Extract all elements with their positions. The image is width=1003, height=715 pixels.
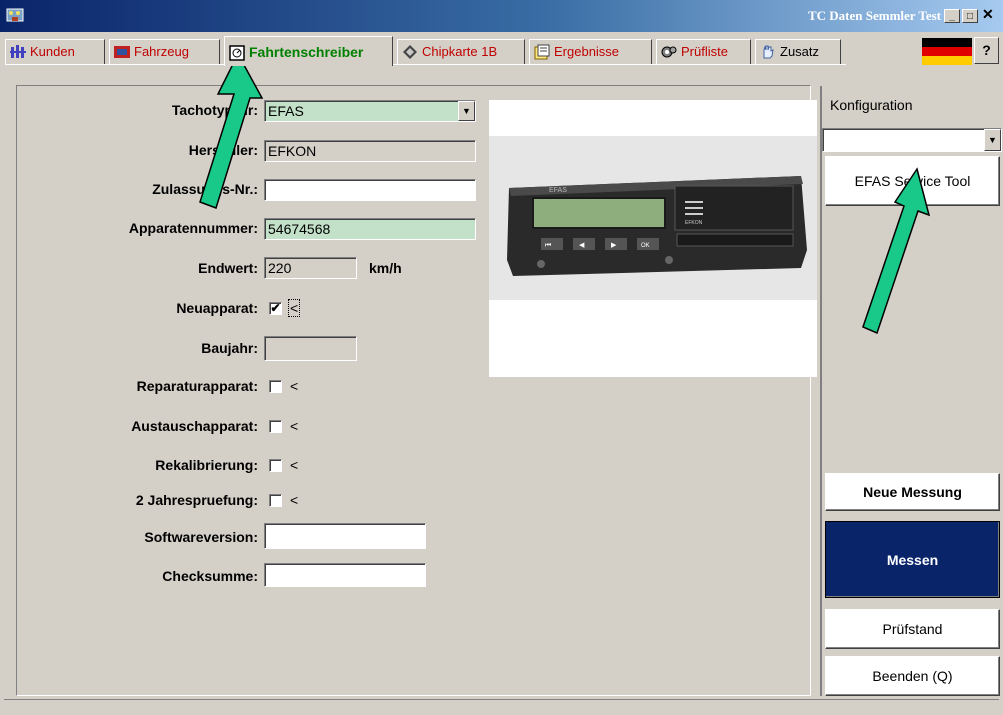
austausch-label: Austauschapparat: (131, 418, 258, 434)
maximize-button[interactable]: □ (962, 9, 978, 23)
tachograph-device-illustration: ⏮ ◀ ▶ OK EFAS EFKON (489, 136, 817, 300)
people-icon (10, 44, 26, 60)
austausch-lt: < (290, 418, 299, 434)
device-image: ⏮ ◀ ▶ OK EFAS EFKON (489, 100, 817, 377)
close-icon[interactable]: ✕ (982, 6, 994, 23)
tab-zusatz[interactable]: Zusatz (755, 39, 841, 64)
reparatur-lt: < (290, 378, 299, 394)
tab-fahrtenschreiber[interactable]: Fahrtenschreiber (224, 36, 393, 66)
neue-messung-label: Neue Messung (863, 484, 962, 500)
gears-icon (661, 44, 677, 60)
konfiguration-label: Konfiguration (830, 97, 913, 113)
chip-icon (402, 44, 418, 60)
annotation-arrow-button (862, 167, 931, 335)
tab-label: Zusatz (780, 44, 820, 59)
rekalibrierung-lt: < (290, 457, 299, 473)
checksumme-label: Checksumme: (162, 568, 258, 584)
device-key: ◀ (579, 242, 585, 249)
messen-label: Messen (886, 551, 939, 568)
results-icon (534, 44, 550, 60)
checksumme-input[interactable] (264, 563, 426, 587)
austausch-checkbox[interactable] (269, 420, 282, 433)
device-brand-left: EFAS (549, 187, 567, 194)
tachotyp-value: EFAS (268, 103, 304, 119)
zulassung-input[interactable] (264, 179, 476, 201)
pruefstand-button[interactable]: Prüfstand (825, 609, 1000, 649)
tab-strip-line (5, 64, 846, 65)
chevron-down-icon[interactable]: ▼ (984, 129, 1001, 151)
reparatur-checkbox[interactable] (269, 380, 282, 393)
help-button[interactable]: ? (974, 37, 999, 64)
tab-label: Ergebnisse (554, 44, 620, 59)
app-icon (6, 7, 24, 23)
chevron-down-icon[interactable]: ▼ (458, 101, 475, 121)
tab-pruefliste[interactable]: Prüfliste (656, 39, 751, 64)
rekalibrierung-checkbox[interactable] (269, 459, 282, 472)
window-title: TC Daten Semmler Test (807, 8, 941, 23)
reparatur-label: Reparaturapparat: (136, 378, 258, 394)
baujahr-field (264, 336, 357, 361)
jahrespruefung-lt: < (290, 492, 299, 508)
tab-label: Fahrtenschreiber (249, 43, 364, 60)
endwert-label: Endwert: (198, 260, 258, 276)
minimize-button[interactable]: _ (944, 9, 960, 23)
pruefstand-label: Prüfstand (882, 621, 943, 637)
jahrespruefung-label: 2 Jahrespruefung: (135, 492, 258, 508)
german-flag-icon[interactable] (922, 38, 972, 65)
device-brand-right: EFKON (685, 220, 703, 226)
beenden-button[interactable]: Beenden (Q) (825, 656, 1000, 696)
hersteller-field: EFKON (264, 140, 476, 162)
annotation-arrow-tab (199, 52, 264, 209)
neuapparat-checkbox[interactable]: ✔ (269, 302, 282, 315)
tab-label: Chipkarte 1B (422, 44, 498, 59)
rekalibrierung-label: Rekalibrierung: (155, 457, 258, 473)
device-key: OK (641, 243, 650, 249)
apparatennummer-input[interactable]: 54674568 (264, 218, 476, 240)
apparatennummer-label: Apparatennummer: (128, 220, 258, 236)
messen-button[interactable]: Messen (825, 521, 1000, 598)
tab-label: Kunden (30, 44, 75, 59)
title-bar: TC Daten Semmler Test _ □ ✕ (0, 0, 1003, 32)
softwareversion-input[interactable] (264, 523, 426, 549)
tab-ergebnisse[interactable]: Ergebnisse (529, 39, 652, 64)
status-bar (4, 699, 999, 712)
baujahr-label: Baujahr: (201, 340, 258, 356)
neuapparat-label: Neuapparat: (176, 300, 258, 316)
softwareversion-label: Softwareversion: (144, 529, 258, 545)
hand-icon (760, 44, 776, 60)
tab-chipkarte[interactable]: Chipkarte 1B (397, 39, 525, 64)
jahrespruefung-checkbox[interactable] (269, 494, 282, 507)
tab-label: Prüfliste (681, 44, 728, 59)
device-key: ⏮ (545, 242, 551, 249)
konfiguration-select[interactable]: ▼ (822, 128, 1002, 152)
endwert-unit: km/h (369, 260, 402, 276)
tachograph-icon (229, 44, 245, 61)
tachotyp-select[interactable]: EFAS ▼ (264, 100, 476, 122)
neue-messung-button[interactable]: Neue Messung (825, 473, 1000, 511)
tab-kunden[interactable]: Kunden (5, 39, 105, 64)
vehicle-icon (114, 44, 130, 60)
device-key: ▶ (611, 242, 617, 249)
endwert-field: 220 (264, 257, 357, 279)
beenden-label: Beenden (Q) (872, 668, 953, 684)
neuapparat-lt[interactable]: < (288, 299, 301, 317)
